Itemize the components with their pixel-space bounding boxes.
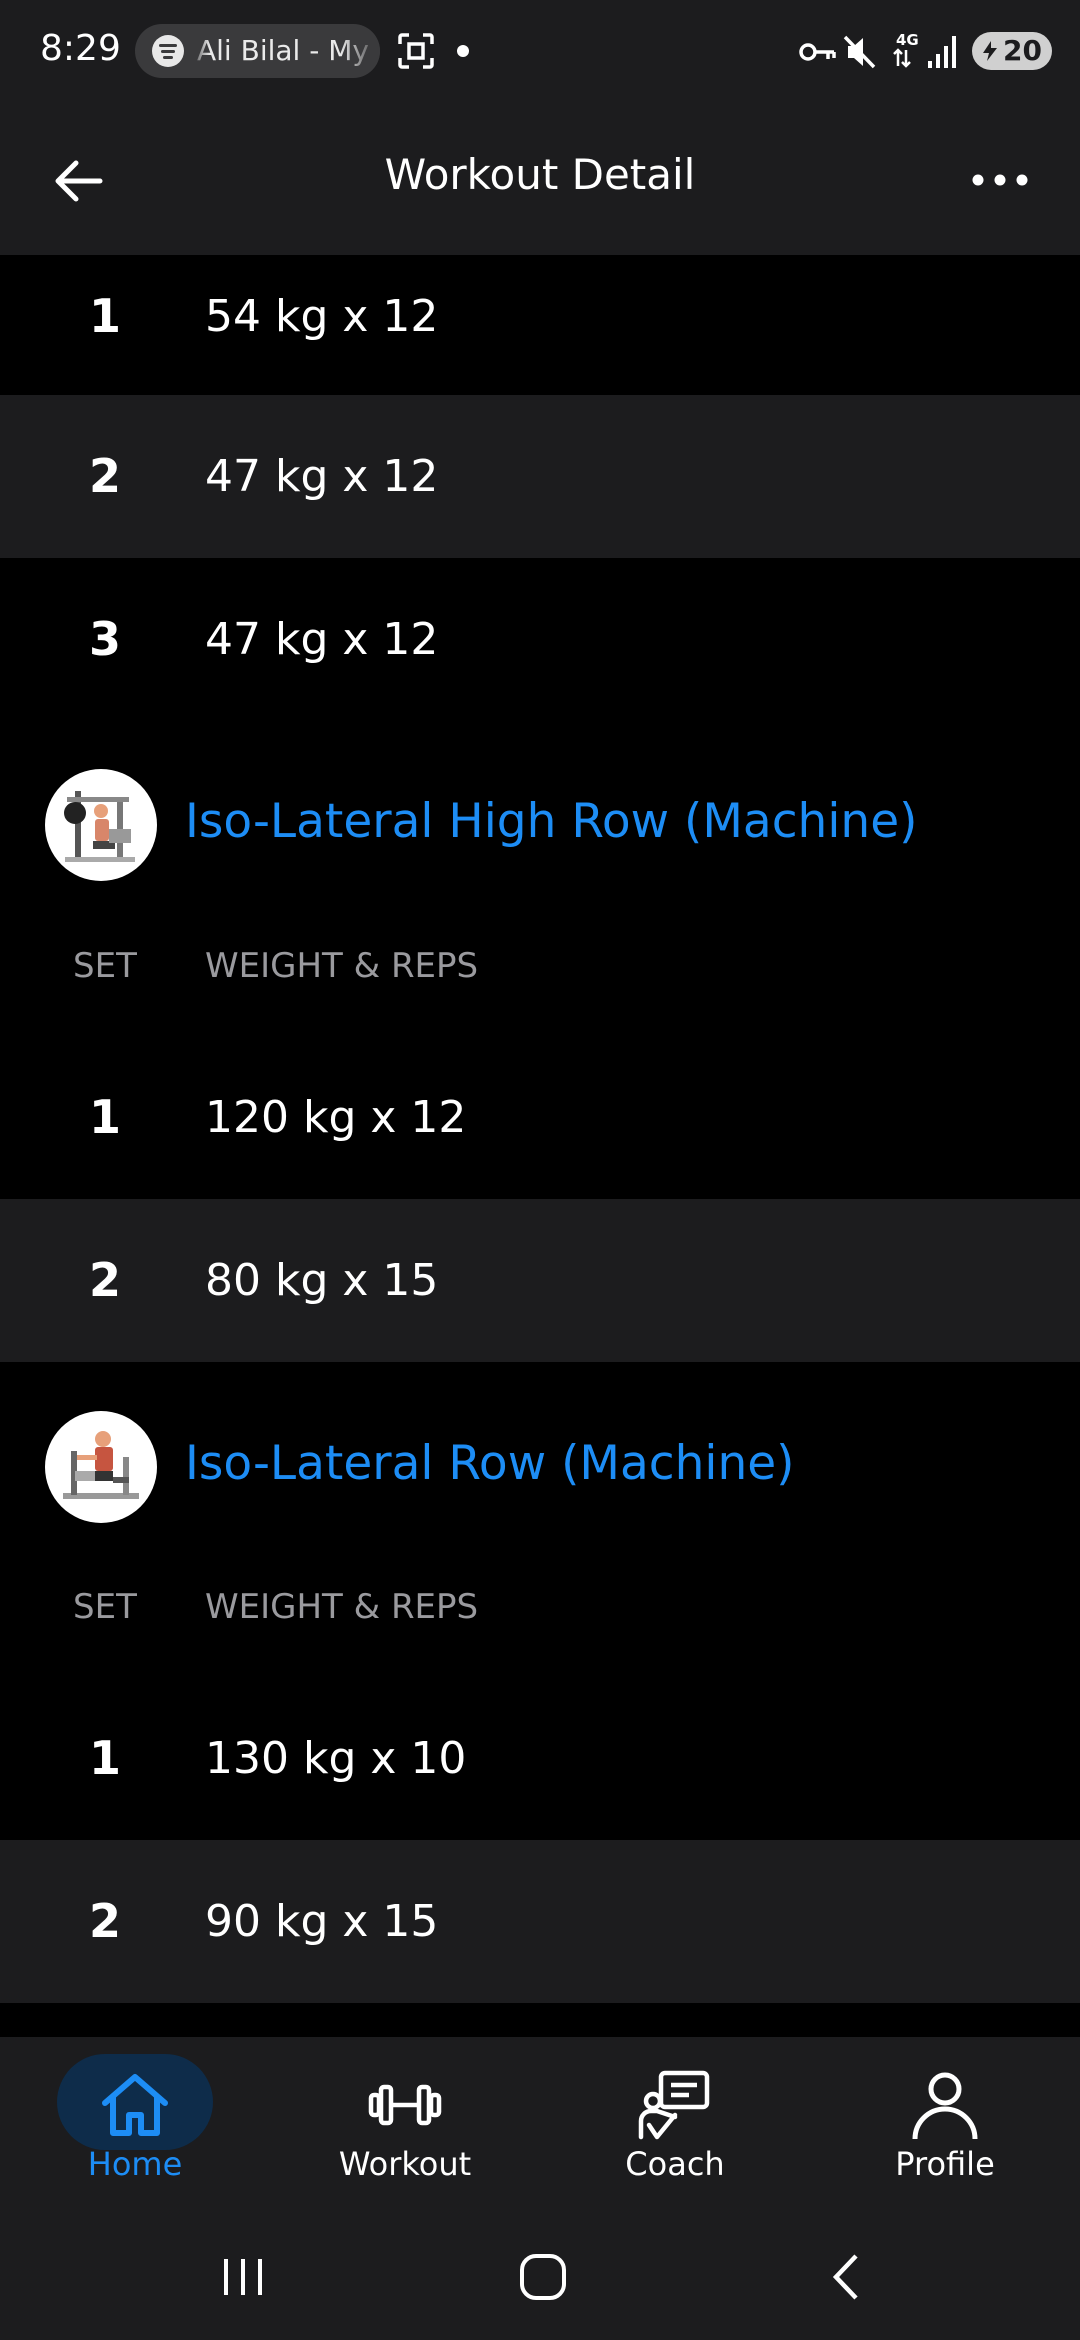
media-fade-left	[190, 24, 210, 78]
media-pill[interactable]: Ali Bilal - My	[135, 24, 380, 78]
home-system-icon[interactable]	[518, 2252, 568, 2302]
nav-label: Coach	[625, 2145, 725, 2183]
nav-label: Workout	[338, 2145, 472, 2183]
set-weight-reps: 120 kg x 12	[205, 1092, 467, 1143]
set-number: 1	[88, 289, 121, 343]
column-header: SET WEIGHT & REPS	[0, 1587, 1080, 1647]
nav-coach[interactable]: Coach	[540, 2037, 810, 2212]
set-weight-reps: 80 kg x 15	[205, 1255, 439, 1306]
nav-home[interactable]: Home	[0, 2037, 270, 2212]
set-weight-reps: 47 kg x 12	[205, 451, 439, 502]
column-set-label: SET	[73, 946, 137, 986]
nav-workout[interactable]: Workout	[270, 2037, 540, 2212]
dot-icon	[457, 45, 469, 57]
set-weight-reps: 90 kg x 15	[205, 1896, 439, 1947]
set-number: 3	[88, 612, 121, 666]
set-number: 2	[88, 1253, 121, 1307]
screenshot-icon	[398, 33, 434, 69]
set-number: 2	[88, 449, 121, 503]
exercise-name[interactable]: Iso-Lateral High Row (Machine)	[185, 794, 917, 849]
page-title: Workout Detail	[384, 150, 696, 199]
signal-icon	[928, 36, 956, 68]
set-weight-reps: 47 kg x 12	[205, 614, 439, 665]
set-number: 1	[88, 1731, 121, 1785]
battery-level: 20	[1003, 34, 1042, 67]
system-status-icons: 4G	[799, 31, 956, 69]
dumbbell-icon	[368, 2084, 442, 2126]
set-row: 1 54 kg x 12	[0, 255, 1080, 395]
exercise-thumbnail	[45, 769, 157, 881]
nav-label: Home	[87, 2145, 183, 2183]
column-weight-reps-label: WEIGHT & REPS	[205, 946, 479, 986]
media-fade-right	[340, 24, 380, 78]
exercise-thumbnail	[45, 1411, 157, 1523]
column-header: SET WEIGHT & REPS	[0, 946, 1080, 1006]
profile-icon	[912, 2072, 978, 2140]
status-bar: 8:29 Ali Bilal - My 4G 20	[0, 0, 1080, 105]
app-header: Workout Detail	[0, 105, 1080, 255]
set-row: 1 120 kg x 12	[0, 1036, 1080, 1199]
set-weight-reps: 54 kg x 12	[205, 291, 439, 342]
vpn-key-icon	[799, 43, 836, 61]
nav-label: Profile	[895, 2145, 995, 2183]
mute-icon	[843, 35, 876, 69]
svg-text:4G: 4G	[896, 31, 919, 49]
set-row: 2 90 kg x 15	[0, 1840, 1080, 2003]
back-system-icon[interactable]	[822, 2252, 872, 2302]
battery-icon: 20	[972, 32, 1052, 70]
charging-bolt-icon	[983, 41, 997, 61]
coach-icon	[638, 2070, 710, 2140]
nav-profile[interactable]: Profile	[810, 2037, 1080, 2212]
home-icon	[102, 2074, 168, 2136]
exercise-header[interactable]: Iso-Lateral High Row (Machine)	[0, 752, 1080, 892]
bottom-navigation: Home Workout Coach Profile	[0, 2037, 1080, 2212]
set-row: 3 47 kg x 12	[0, 558, 1080, 721]
column-set-label: SET	[73, 1587, 137, 1627]
spotify-icon	[152, 35, 184, 67]
set-row: 2 47 kg x 12	[0, 395, 1080, 558]
recent-apps-icon[interactable]	[218, 2252, 268, 2302]
app-root: 8:29 Ali Bilal - My 4G 20 Workout Detail…	[0, 0, 1080, 2340]
set-number: 1	[88, 1090, 121, 1144]
system-navigation-bar	[0, 2212, 1080, 2340]
set-weight-reps: 130 kg x 10	[205, 1733, 467, 1784]
status-time: 8:29	[40, 28, 121, 69]
exercise-header[interactable]: Iso-Lateral Row (Machine)	[0, 1394, 1080, 1534]
4g-icon: 4G	[893, 31, 919, 68]
set-row: 2 80 kg x 15	[0, 1199, 1080, 1362]
exercise-name[interactable]: Iso-Lateral Row (Machine)	[185, 1436, 795, 1491]
set-number: 2	[88, 1894, 121, 1948]
set-row: 1 130 kg x 10	[0, 1677, 1080, 1840]
column-weight-reps-label: WEIGHT & REPS	[205, 1587, 479, 1627]
more-horizontal-icon[interactable]	[970, 165, 1030, 195]
